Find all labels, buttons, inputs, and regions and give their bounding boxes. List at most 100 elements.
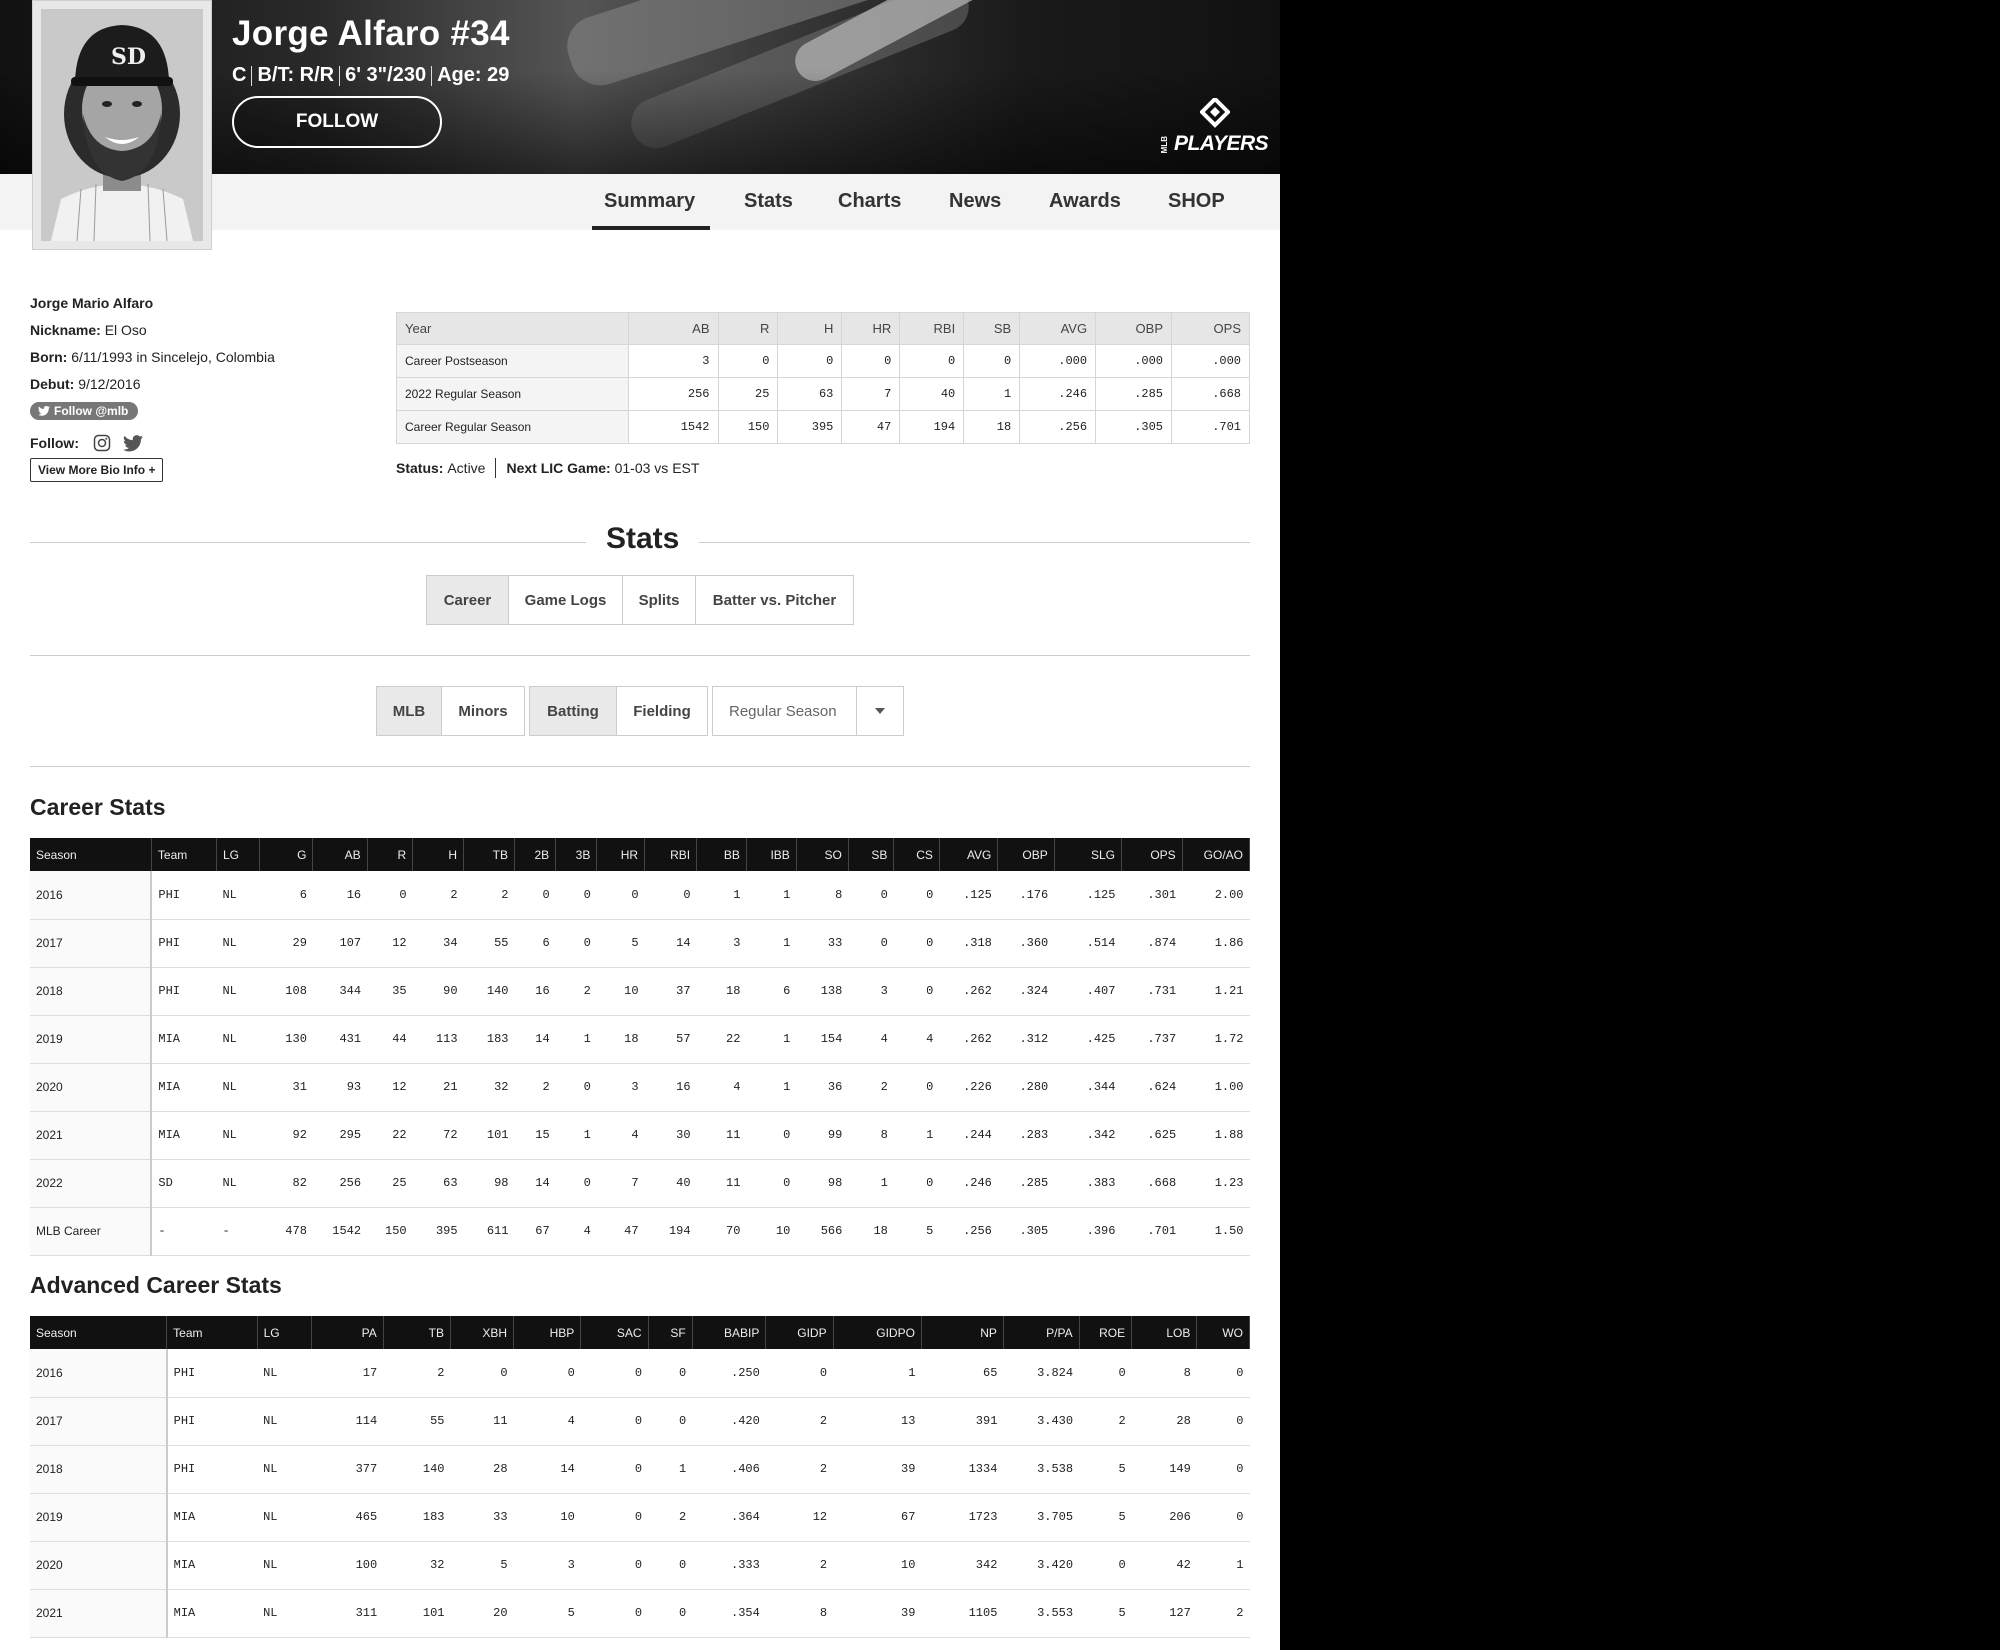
column-header[interactable]: H [412, 838, 465, 871]
column-header[interactable]: R [717, 312, 779, 345]
column-header[interactable]: TB [463, 838, 515, 871]
column-header[interactable]: SLG [1054, 838, 1122, 871]
tab-game-logs[interactable]: Game Logs [509, 576, 623, 624]
column-header[interactable]: Team [151, 838, 217, 871]
table-cell: .324 [997, 967, 1055, 1016]
column-header[interactable]: TB [383, 1316, 451, 1349]
toggle-fielding[interactable]: Fielding [617, 687, 707, 735]
tab-charts[interactable]: Charts [838, 190, 901, 213]
tab-stats[interactable]: Stats [744, 190, 793, 213]
column-header[interactable]: BABIP [692, 1316, 767, 1349]
column-header[interactable]: SAC [580, 1316, 649, 1349]
table-cell: 5 [513, 1589, 581, 1638]
table-cell: 149 [1131, 1445, 1197, 1494]
column-header[interactable]: IBB [746, 838, 797, 871]
mlb-players-logo[interactable]: MLB PLAYERS [1160, 98, 1269, 158]
column-header[interactable]: GIDP [765, 1316, 834, 1349]
tab-shop[interactable]: SHOP [1168, 190, 1225, 213]
column-header[interactable]: HR [841, 312, 901, 345]
column-header[interactable]: NP [921, 1316, 1004, 1349]
instagram-icon[interactable] [93, 434, 111, 452]
column-header[interactable]: HR [596, 838, 646, 871]
column-header[interactable]: AB [627, 312, 719, 345]
caret-down-icon[interactable] [857, 687, 903, 735]
table-row: 2022 Regular Season 256 25 63 7 40 1.246.285.6… [396, 377, 1250, 411]
column-header[interactable]: AB [312, 838, 368, 871]
twitter-icon[interactable] [123, 434, 143, 452]
tab-summary[interactable]: Summary [604, 190, 695, 213]
player-age: Age: 29 [437, 64, 510, 86]
tab-awards[interactable]: Awards [1049, 190, 1121, 213]
table-cell: 1 [893, 1111, 940, 1160]
table-cell: PHI [166, 1349, 258, 1398]
column-header[interactable]: WO [1196, 1316, 1250, 1349]
table-cell: 3 [513, 1541, 581, 1590]
column-header[interactable]: 2B [514, 838, 557, 871]
tab-career[interactable]: Career [427, 576, 509, 624]
tab-splits[interactable]: Splits [623, 576, 696, 624]
column-header[interactable]: OPS [1121, 838, 1183, 871]
column-header[interactable]: Year [396, 312, 629, 345]
column-header[interactable]: G [259, 838, 314, 871]
follow-button[interactable]: FOLLOW [232, 96, 442, 148]
table-cell: 25 [717, 377, 779, 411]
column-header[interactable]: CS [893, 838, 940, 871]
column-header[interactable]: SO [796, 838, 849, 871]
column-header[interactable]: Team [166, 1316, 258, 1349]
column-header[interactable]: Season [30, 838, 152, 871]
column-header[interactable]: P/PA [1003, 1316, 1080, 1349]
table-cell: 32 [463, 1063, 515, 1112]
season-type-select[interactable]: Regular Season [712, 686, 904, 736]
twitter-follow-button[interactable]: Follow @mlb [30, 402, 139, 420]
column-header[interactable]: ROE [1079, 1316, 1133, 1349]
table-cell: 4 [596, 1111, 645, 1160]
table-cell: 34 [412, 919, 464, 968]
column-header[interactable]: LG [257, 1316, 313, 1349]
column-header[interactable]: R [367, 838, 414, 871]
column-header[interactable]: SB [848, 838, 895, 871]
table-cell: 1 [746, 1063, 797, 1112]
toggle-mlb[interactable]: MLB [377, 687, 442, 735]
table-cell: 0 [555, 919, 597, 968]
column-header[interactable]: LOB [1131, 1316, 1198, 1349]
table-cell: 7 [596, 1159, 645, 1208]
column-header[interactable]: BB [696, 838, 747, 871]
column-header[interactable]: XBH [450, 1316, 515, 1349]
column-header[interactable]: SF [648, 1316, 693, 1349]
column-header[interactable]: SB [963, 312, 1021, 345]
toggle-batting[interactable]: Batting [530, 687, 617, 735]
column-header[interactable]: RBI [644, 838, 698, 871]
tab-batter-vs-pitcher[interactable]: Batter vs. Pitcher [696, 576, 853, 624]
table-cell: 63 [777, 377, 843, 411]
column-header[interactable]: OPS [1171, 312, 1250, 345]
table-cell: 0 [644, 871, 697, 920]
table-cell: .301 [1121, 871, 1183, 920]
table-cell: 7 [841, 377, 901, 411]
column-header[interactable]: GIDPO [833, 1316, 922, 1349]
table-cell: .344 [1054, 1063, 1122, 1112]
column-header[interactable]: Season [30, 1316, 168, 1349]
column-header[interactable]: HBP [513, 1316, 582, 1349]
next-game-value: 01-03 vs EST [614, 460, 700, 476]
bio-debut-label: Debut: [30, 376, 75, 392]
table-cell: 2019 [30, 1015, 153, 1064]
column-header[interactable]: OBP [997, 838, 1055, 871]
column-header[interactable]: AVG [939, 838, 999, 871]
toggle-minors[interactable]: Minors [442, 687, 524, 735]
table-cell: MIA [166, 1541, 258, 1590]
column-header[interactable]: OBP [1095, 312, 1172, 345]
tab-news[interactable]: News [949, 190, 1001, 213]
column-header[interactable]: H [777, 312, 843, 345]
logo-players-text: PLAYERS [1174, 132, 1269, 155]
view-more-bio-button[interactable]: View More Bio Info + [30, 458, 164, 482]
table-cell: 2 [765, 1541, 834, 1590]
column-header[interactable]: GO/AO [1182, 838, 1251, 871]
column-header[interactable]: RBI [899, 312, 965, 345]
table-cell: .425 [1054, 1015, 1122, 1064]
column-header[interactable]: PA [311, 1316, 384, 1349]
table-cell: NL [216, 1159, 260, 1208]
column-header[interactable]: LG [216, 838, 261, 871]
column-header[interactable]: AVG [1019, 312, 1097, 345]
column-header[interactable]: 3B [555, 838, 598, 871]
player-bats-throws: B/T: R/R [257, 64, 335, 86]
